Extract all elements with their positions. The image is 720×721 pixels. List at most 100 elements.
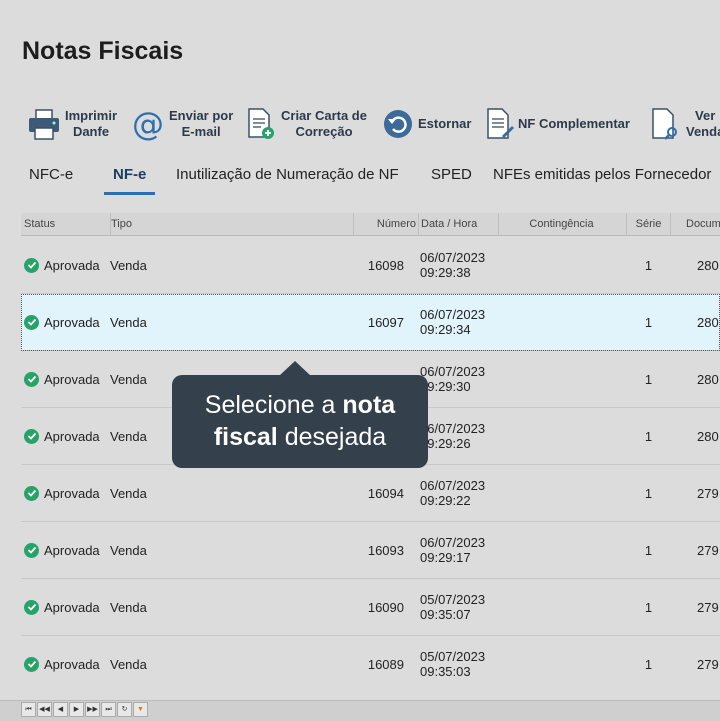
- correction-label-2: Correção: [295, 124, 353, 139]
- date-text: 06/07/2023: [420, 364, 486, 379]
- date-text: 06/07/2023: [420, 250, 486, 265]
- status-cell: Aprovada: [24, 522, 100, 578]
- documento-cell: 279: [697, 485, 719, 501]
- view-sale-button[interactable]: Ver Venda: [650, 104, 720, 144]
- datetime-cell: 06/07/2023 09:29:38: [420, 237, 485, 293]
- numero-cell: 16094: [367, 485, 404, 501]
- tab-inutilizacao[interactable]: Inutilização de Numeração de NF: [176, 164, 399, 192]
- documento-cell: 279: [697, 599, 719, 615]
- tab-nfe[interactable]: NF-e: [104, 164, 156, 195]
- tipo-cell: Venda: [110, 257, 147, 273]
- tipo-cell: Venda: [110, 656, 147, 672]
- check-circle-icon: [24, 428, 39, 444]
- col-serie[interactable]: Série: [627, 213, 671, 235]
- numero-cell: 16090: [367, 599, 404, 615]
- email-label-1: Enviar por: [169, 108, 234, 123]
- datetime-cell: 05/07/2023 09:35:07: [420, 579, 485, 635]
- status-text: Aprovada: [44, 599, 100, 615]
- undo-circle-icon: [380, 106, 416, 142]
- serie-cell: 1: [644, 485, 653, 501]
- date-text: 06/07/2023: [420, 307, 486, 322]
- complementary-nf-button[interactable]: NF Complementar: [482, 104, 630, 144]
- reverse-label: Estornar: [418, 116, 472, 131]
- date-text: 05/07/2023: [420, 649, 486, 664]
- table-row[interactable]: Aprovada Venda 16094 06/07/2023 09:29:22 1 279: [21, 465, 720, 522]
- tab-sped[interactable]: SPED: [431, 164, 472, 192]
- prev-page-fast-icon[interactable]: ◀◀: [37, 702, 52, 717]
- document-edit-icon: [482, 106, 518, 142]
- status-cell: Aprovada: [24, 294, 100, 350]
- tab-nfce[interactable]: NFC-e: [29, 164, 73, 192]
- status-text: Aprovada: [44, 542, 100, 558]
- toolbar: Imprimir Danfe @ Enviar por E-mail Criar…: [0, 104, 720, 144]
- serie-cell: 1: [644, 542, 653, 558]
- next-page-fast-icon[interactable]: ▶▶: [85, 702, 100, 717]
- time-text: 09:29:22: [420, 493, 471, 508]
- status-cell: Aprovada: [24, 408, 100, 464]
- next-page-icon[interactable]: ▶: [69, 702, 84, 717]
- col-documento[interactable]: Documento: [671, 213, 720, 235]
- table-row[interactable]: Aprovada Venda 16097 06/07/2023 09:29:34 1 280: [21, 294, 720, 351]
- instruction-tooltip: Selecione a nota fiscal desejada: [172, 375, 428, 468]
- print-danfe-button[interactable]: Imprimir Danfe: [26, 104, 117, 144]
- prev-page-icon[interactable]: ◀: [53, 702, 68, 717]
- status-cell: Aprovada: [24, 636, 100, 691]
- print-label-2: Danfe: [72, 124, 110, 139]
- status-text: Aprovada: [44, 485, 100, 501]
- view-sale-label-2: Venda: [686, 124, 720, 139]
- col-status[interactable]: Status: [21, 213, 111, 235]
- serie-cell: 1: [644, 428, 653, 444]
- col-numero[interactable]: Número: [354, 213, 419, 235]
- time-text: 09:29:34: [420, 322, 471, 337]
- numero-cell: 16093: [367, 542, 404, 558]
- documento-cell: 279: [697, 656, 719, 672]
- check-circle-icon: [24, 371, 39, 387]
- documento-cell: 280: [697, 428, 719, 444]
- reverse-button[interactable]: Estornar: [380, 104, 471, 144]
- pager: ⏮ ◀◀ ◀ ▶ ▶▶ ⏭ ↻ ▼: [21, 702, 148, 718]
- datetime-cell: 06/07/2023 09:29:26: [420, 408, 485, 464]
- status-text: Aprovada: [44, 257, 100, 273]
- status-text: Aprovada: [44, 428, 100, 444]
- time-text: 09:35:07: [420, 607, 471, 622]
- tipo-cell: Venda: [110, 542, 147, 558]
- refresh-icon[interactable]: ↻: [117, 702, 132, 717]
- documento-cell: 279: [697, 542, 719, 558]
- table-row[interactable]: Aprovada Venda 16093 06/07/2023 09:29:17 1 279: [21, 522, 720, 579]
- documento-cell: 280: [697, 314, 719, 330]
- create-correction-letter-button[interactable]: Criar Carta de Correção: [242, 104, 367, 144]
- tipo-cell: Venda: [110, 428, 147, 444]
- status-text: Aprovada: [44, 656, 100, 672]
- check-circle-icon: [24, 257, 39, 273]
- status-text: Aprovada: [44, 371, 100, 387]
- first-page-icon[interactable]: ⏮: [21, 702, 36, 717]
- tab-nfes-fornecedor[interactable]: NFEs emitidas pelos Fornecedor: [493, 164, 711, 192]
- col-tipo[interactable]: Tipo: [108, 213, 354, 235]
- filter-icon[interactable]: ▼: [133, 702, 148, 717]
- send-email-button[interactable]: @ Enviar por E-mail: [130, 104, 233, 144]
- last-page-icon[interactable]: ⏭: [101, 702, 116, 717]
- correction-label-1: Criar Carta de: [281, 108, 367, 123]
- page-title: Notas Fiscais: [22, 37, 184, 65]
- tipo-cell: Venda: [110, 599, 147, 615]
- table-row[interactable]: Aprovada Venda 16090 05/07/2023 09:35:07 1 279: [21, 579, 720, 636]
- col-data-hora[interactable]: Data / Hora: [419, 213, 499, 235]
- check-circle-icon: [24, 485, 39, 501]
- date-text: 06/07/2023: [420, 535, 486, 550]
- numero-cell: 16098: [367, 257, 404, 273]
- view-sale-label-1: Ver: [695, 108, 716, 123]
- serie-cell: 1: [644, 371, 653, 387]
- tooltip-bold-1: nota: [342, 391, 396, 419]
- documento-cell: 280: [697, 371, 719, 387]
- numero-cell: 16097: [367, 314, 404, 330]
- check-circle-icon: [24, 314, 39, 330]
- table-row[interactable]: Aprovada Venda 16098 06/07/2023 09:29:38 1 280: [21, 237, 720, 294]
- check-circle-icon: [24, 599, 39, 615]
- col-contingencia[interactable]: Contingência: [497, 213, 627, 235]
- time-text: 09:29:38: [420, 265, 471, 280]
- table-row[interactable]: Aprovada Venda 16089 05/07/2023 09:35:03 1 279: [21, 636, 720, 691]
- tipo-cell: Venda: [110, 485, 147, 501]
- date-text: 05/07/2023: [420, 592, 486, 607]
- serie-cell: 1: [644, 314, 653, 330]
- grid-header: Status Tipo Número Data / Hora Contingên…: [21, 213, 720, 236]
